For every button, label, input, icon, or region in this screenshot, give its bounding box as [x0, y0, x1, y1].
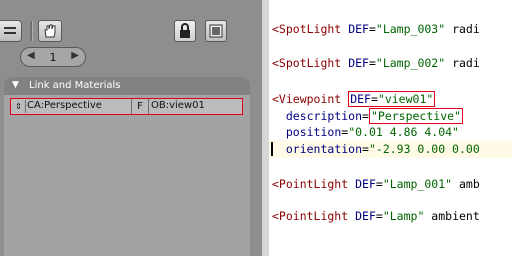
list-icon[interactable] [0, 20, 22, 42]
code-line: <SpotLight DEF="Lamp_002" radi [272, 56, 480, 70]
code-line: description= "Perspective" [285, 108, 463, 124]
toolbar-divider [30, 21, 33, 41]
highlight-box-description: "Perspective" [368, 108, 463, 124]
code-line: position="0.01 4.86 4.04" [285, 125, 459, 139]
image-icon[interactable] [205, 20, 227, 42]
highlight-box-def: DEF="view01" [348, 91, 436, 107]
panel-header[interactable]: ▼ Link and Materials [4, 77, 250, 95]
code-line: <PointLight DEF="Lamp" ambient [272, 209, 480, 223]
hand-icon[interactable] [38, 20, 62, 42]
code-editor[interactable]: <SpotLight DEF="Lamp_003" radi <SpotLigh… [269, 0, 512, 256]
code-line: <SpotLight DEF="Lamp_003" radi [272, 22, 480, 36]
collapse-triangle-icon[interactable]: ▼ [12, 80, 19, 90]
code-line: <Viewpoint DEF="view01" [272, 91, 436, 107]
lock-icon[interactable] [174, 20, 196, 42]
object-name-field[interactable]: OB:view01 [151, 100, 205, 111]
increment-arrow-icon[interactable]: ▶ [71, 50, 79, 61]
fake-user-button[interactable]: F [131, 99, 149, 114]
toolbar [0, 17, 262, 45]
frame-number-field[interactable]: ◀ 1 ▶ [20, 47, 86, 67]
browse-arrows-icon[interactable]: ⇕ [12, 100, 26, 113]
code-line: <PointLight DEF="Lamp_001" amb [272, 177, 480, 191]
camera-name-field[interactable]: CA:Perspective [27, 100, 102, 111]
camera-object-row: ⇕ CA:Perspective F OB:view01 [10, 98, 243, 115]
panel-title: Link and Materials [29, 80, 121, 91]
split-divider[interactable] [262, 0, 269, 256]
code-line: orientation="-2.93 0.00 0.00 [285, 142, 480, 156]
blender-panel: ◀ 1 ▶ ▼ Link and Materials ⇕ CA:Perspect… [0, 0, 262, 256]
